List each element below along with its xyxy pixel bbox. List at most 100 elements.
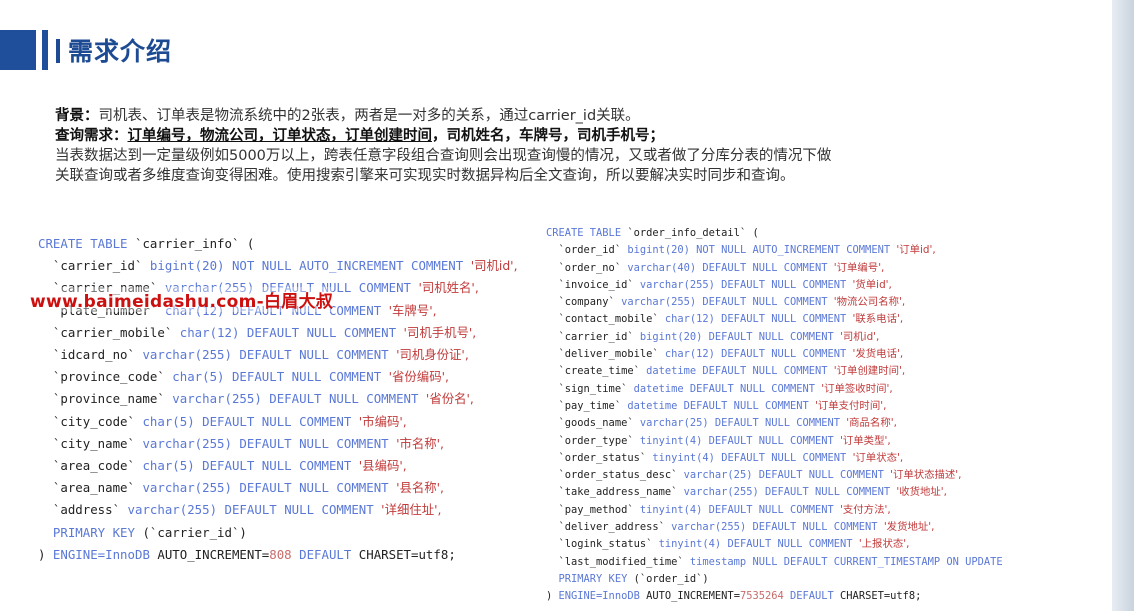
sql-column-name: `invoice_id` bbox=[546, 278, 640, 291]
sql-column-name: `carrier_id` bbox=[546, 330, 640, 343]
slide-right-edge bbox=[1112, 0, 1134, 611]
sql-column-constraint: DEFAULT NULL COMMENT bbox=[202, 413, 359, 429]
sql-engine-line: ) ENGINE=InnoDB AUTO_INCREMENT=808 DEFAU… bbox=[38, 544, 518, 566]
sql-column-constraint: DEFAULT NULL COMMENT bbox=[224, 502, 382, 518]
query-rest: ，司机姓名，车牌号，司机手机号； bbox=[432, 128, 664, 144]
sql-column-comment: '订单支付时间', bbox=[815, 399, 887, 412]
sql-column-comment: '订单编号', bbox=[833, 261, 885, 274]
carrier-info-sql: CREATE TABLE `carrier_info` ( `carrier_i… bbox=[38, 233, 518, 566]
sql-column-line: `company` varchar(255) DEFAULT NULL COMM… bbox=[546, 294, 1009, 311]
sql-column-comment: '司机姓名', bbox=[418, 280, 479, 296]
sql-column-comment: '商品名称', bbox=[846, 417, 897, 430]
sql-column-type: datetime bbox=[646, 365, 703, 378]
sql-column-name: `pay_time` bbox=[546, 399, 628, 412]
sql-column-line: `province_name` varchar(255) DEFAULT NUL… bbox=[38, 388, 518, 410]
sql-column-type: char(12) bbox=[664, 313, 722, 326]
sql-primary-key-column: (`carrier_id`) bbox=[142, 524, 247, 540]
sql-column-name: `area_code` bbox=[38, 458, 143, 474]
sql-column-line: `order_status` tinyint(4) DEFAULT NULL C… bbox=[546, 450, 1009, 467]
sql-table-name: `order_info_detail` ( bbox=[627, 227, 759, 239]
sql-column-constraint: DEFAULT NULL COMMENT bbox=[721, 451, 853, 464]
sql-primary-key-line: PRIMARY KEY (`order_id`) bbox=[546, 571, 1009, 588]
sql-column-constraint: DEFAULT NULL COMMENT bbox=[727, 538, 859, 551]
sql-column-name: `idcard_no` bbox=[38, 347, 143, 363]
sql-column-line: `address` varchar(255) DEFAULT NULL COMM… bbox=[38, 499, 518, 521]
page-title-text: 需求介绍 bbox=[68, 37, 173, 66]
sql-column-name: `order_status` bbox=[546, 451, 653, 464]
sql-column-comment: '订单状态描述', bbox=[890, 469, 962, 482]
sql-column-name: `carrier_id` bbox=[38, 258, 150, 274]
sql-column-constraint: DEFAULT NULL COMMENT bbox=[702, 365, 834, 378]
sql-column-name: `area_name` bbox=[38, 480, 143, 496]
sql-column-name: `deliver_mobile` bbox=[546, 348, 665, 361]
sql-column-type: varchar(25) bbox=[639, 417, 715, 430]
sql-column-line: `deliver_address` varchar(255) DEFAULT N… bbox=[546, 519, 1009, 536]
sql-column-name: `contact_mobile` bbox=[546, 313, 665, 326]
sql-column-line: `order_no` varchar(40) DEFAULT NULL COMM… bbox=[546, 260, 1009, 277]
sql-column-line: `pay_time` datetime DEFAULT NULL COMMENT… bbox=[546, 398, 1009, 415]
sql-column-line: `invoice_id` varchar(255) DEFAULT NULL C… bbox=[546, 277, 1009, 294]
sql-column-comment: '市编码', bbox=[358, 413, 407, 429]
query-underlined: 订单编号，物流公司，订单状态，订单创建时间 bbox=[127, 128, 433, 144]
sql-column-constraint: NOT NULL AUTO_INCREMENT COMMENT bbox=[696, 244, 897, 257]
sql-column-line: `city_code` char(5) DEFAULT NULL COMMENT… bbox=[38, 411, 518, 433]
sql-create-line: CREATE TABLE `order_info_detail` ( bbox=[546, 225, 1009, 242]
sql-close-paren: ) bbox=[546, 590, 559, 603]
sql-column-comment: '详细住址', bbox=[381, 502, 442, 518]
sql-column-name: `city_name` bbox=[38, 435, 143, 451]
sql-column-type: varchar(255) bbox=[142, 480, 240, 496]
sql-column-line: `logink_status` tinyint(4) DEFAULT NULL … bbox=[546, 536, 1009, 553]
sql-column-constraint: DEFAULT NULL COMMENT bbox=[708, 503, 841, 516]
sql-column-type: timestamp bbox=[689, 555, 753, 568]
sql-column-name: `carrier_mobile` bbox=[38, 324, 180, 340]
sql-default: DEFAULT bbox=[299, 546, 359, 562]
sql-column-name: `order_type` bbox=[546, 434, 640, 447]
sql-column-type: varchar(255) bbox=[127, 502, 225, 518]
sql-column-constraint: DEFAULT NULL COMMENT bbox=[708, 330, 841, 343]
sql-default: DEFAULT bbox=[790, 590, 841, 603]
page-title: 需求介绍 bbox=[56, 32, 172, 68]
sql-keyword: PRIMARY KEY bbox=[546, 572, 634, 585]
sql-column-comment: '订单id', bbox=[896, 244, 936, 257]
sql-column-line: `goods_name` varchar(25) DEFAULT NULL CO… bbox=[546, 415, 1009, 432]
sql-column-line: `deliver_mobile` char(12) DEFAULT NULL C… bbox=[546, 346, 1009, 363]
sql-column-constraint: DEFAULT NULL COMMENT bbox=[689, 382, 822, 395]
sql-column-type: bigint(20) bbox=[627, 244, 697, 257]
sql-column-comment: '省份名', bbox=[425, 391, 474, 407]
sql-column-type: varchar(255) bbox=[639, 278, 722, 291]
sql-column-constraint: DEFAULT NULL COMMENT bbox=[231, 369, 389, 385]
description-line-3: 当表数据达到一定量级例如5000万以上，跨表任意字段组合查询则会出现查询慢的情况… bbox=[55, 148, 832, 164]
sql-column-type: varchar(255) bbox=[172, 391, 270, 407]
sql-column-type: char(12) bbox=[179, 324, 247, 340]
sql-column-line: `carrier_id` bigint(20) DEFAULT NULL COM… bbox=[546, 329, 1009, 346]
sql-column-comment: '发货电话', bbox=[852, 348, 904, 361]
sql-column-type: varchar(255) bbox=[621, 296, 703, 309]
sql-column-name: `order_status_desc` bbox=[546, 469, 684, 482]
sql-column-type: varchar(255) bbox=[142, 347, 240, 363]
sql-column-line: `pay_method` tinyint(4) DEFAULT NULL COM… bbox=[546, 502, 1009, 519]
sql-auto-increment-value: 7535264 bbox=[739, 590, 790, 603]
sql-column-line: `area_name` varchar(255) DEFAULT NULL CO… bbox=[38, 477, 518, 499]
sql-auto-increment: AUTO_INCREMENT= bbox=[157, 546, 270, 562]
sql-engine-line: ) ENGINE=InnoDB AUTO_INCREMENT=7535264 D… bbox=[546, 588, 1009, 605]
sql-column-name: `goods_name` bbox=[546, 417, 640, 430]
sql-column-constraint: DEFAULT NULL COMMENT bbox=[721, 313, 853, 326]
sql-column-comment: '订单创建时间', bbox=[833, 365, 906, 378]
sql-column-comment: '联系电话', bbox=[852, 313, 904, 326]
sql-column-name: `sign_time` bbox=[546, 382, 634, 395]
sql-column-comment: '县编码', bbox=[358, 458, 407, 474]
sql-column-name: `deliver_address` bbox=[546, 521, 672, 534]
sql-charset: CHARSET=utf8; bbox=[840, 590, 922, 603]
sql-column-constraint: DEFAULT NULL COMMENT bbox=[246, 324, 404, 340]
sql-column-constraint: DEFAULT NULL COMMENT bbox=[202, 458, 359, 474]
sql-column-constraint: DEFAULT NULL COMMENT bbox=[721, 278, 853, 291]
sql-column-constraint: NULL DEFAULT CURRENT_TIMESTAMP ON UPDATE bbox=[752, 555, 1009, 568]
header-block-thin bbox=[42, 30, 48, 70]
sql-column-name: `pay_method` bbox=[546, 503, 640, 516]
query-label: 查询需求： bbox=[55, 128, 128, 144]
sql-keyword: CREATE TABLE bbox=[546, 227, 628, 239]
sql-close-paren: ) bbox=[38, 546, 53, 562]
sql-column-comment: '订单状态', bbox=[852, 451, 904, 464]
sql-column-type: tinyint(4) bbox=[658, 538, 728, 551]
sql-column-comment: '订单签收时间', bbox=[821, 382, 893, 395]
